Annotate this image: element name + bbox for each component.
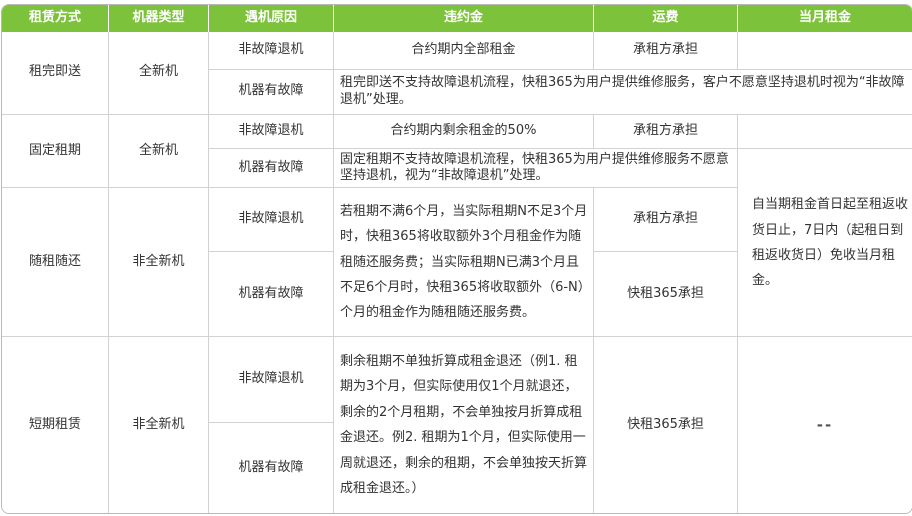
machine-type-cell: 非全新机 (109, 337, 209, 513)
return-reason-cell: 机器有故障 (209, 69, 334, 115)
table-row: 固定租期 全新机 非故障退机 合约期内剩余租金的50% 承租方承担 (2, 114, 912, 189)
month-rent-cell: -- (738, 337, 912, 513)
table-row: 租完即送 全新机 非故障退机 合约期内全部租金 承租方承担 (2, 32, 912, 115)
month-rent-note-cell: 自当期租金首日起至租返收货日止，7日内（起租日到租返收货日）免收当月租金。 (738, 149, 912, 338)
header-freight: 运费 (594, 5, 738, 32)
header-return-reason: 遇机原因 (209, 5, 334, 32)
machine-type-cell: 非全新机 (109, 188, 209, 338)
freight-cell: 承租方承担 (594, 32, 738, 70)
machine-type-cell: 全新机 (109, 32, 209, 115)
rental-mode-cell: 固定租期 (2, 114, 109, 189)
rental-terms-table: 租赁方式 机器类型 遇机原因 违约金 运费 当月租金 租完即送 全新机 非故障退… (1, 4, 912, 514)
policy-note-cell: 租完即送不支持故障退机流程，快租365为用户提供维修服务，客户不愿意坚持退机时视… (334, 69, 912, 115)
return-reason-cell: 非故障退机 (209, 337, 334, 424)
penalty-cell: 合约期内全部租金 (334, 32, 594, 70)
policy-note-cell: 固定租期不支持故障退机流程，快租365为用户提供维修服务不愿意坚持退机，视为“非… (334, 149, 738, 189)
freight-cell: 承租方承担 (594, 188, 738, 252)
machine-type-cell: 全新机 (109, 114, 209, 189)
penalty-cell: 若租期不满6个月，当实际租期N不足3个月时，快租365将收取额外3个月租金作为随… (334, 188, 594, 338)
return-reason-cell: 非故障退机 (209, 188, 334, 252)
return-reason-cell: 机器有故障 (209, 251, 334, 338)
header-machine-type: 机器类型 (109, 5, 209, 32)
penalty-cell: 合约期内剩余租金的50% (334, 114, 594, 150)
return-reason-cell: 机器有故障 (209, 149, 334, 189)
return-reason-cell: 非故障退机 (209, 32, 334, 70)
freight-cell: 承租方承担 (594, 114, 738, 150)
header-penalty: 违约金 (334, 5, 594, 32)
return-reason-cell: 机器有故障 (209, 423, 334, 513)
month-rent-dash: -- (816, 415, 834, 434)
header-rental-mode: 租赁方式 (2, 5, 109, 32)
rental-mode-cell: 随租随还 (2, 188, 109, 338)
penalty-cell: 剩余租期不单独折算成租金退还（例1. 租期为3个月，但实际使用仅1个月就退还，剩… (334, 337, 594, 513)
freight-cell: 快租365承担 (594, 251, 738, 338)
rental-mode-cell: 租完即送 (2, 32, 109, 115)
return-reason-cell: 非故障退机 (209, 114, 334, 150)
header-month-rent: 当月租金 (738, 5, 912, 32)
freight-cell: 快租365承担 (594, 337, 738, 513)
month-rent-cell-empty (738, 114, 912, 150)
month-rent-cell-empty (738, 32, 912, 70)
rental-mode-cell: 短期租赁 (2, 337, 109, 513)
table-row: 短期租赁 非全新机 非故障退机 剩余租期不单独折算成租金退还（例1. 租期为3个… (2, 337, 912, 513)
rental-policy-page: 租赁方式 机器类型 遇机原因 违约金 运费 当月租金 租完即送 全新机 非故障退… (0, 0, 912, 516)
table-header-row: 租赁方式 机器类型 遇机原因 违约金 运费 当月租金 (2, 5, 912, 32)
